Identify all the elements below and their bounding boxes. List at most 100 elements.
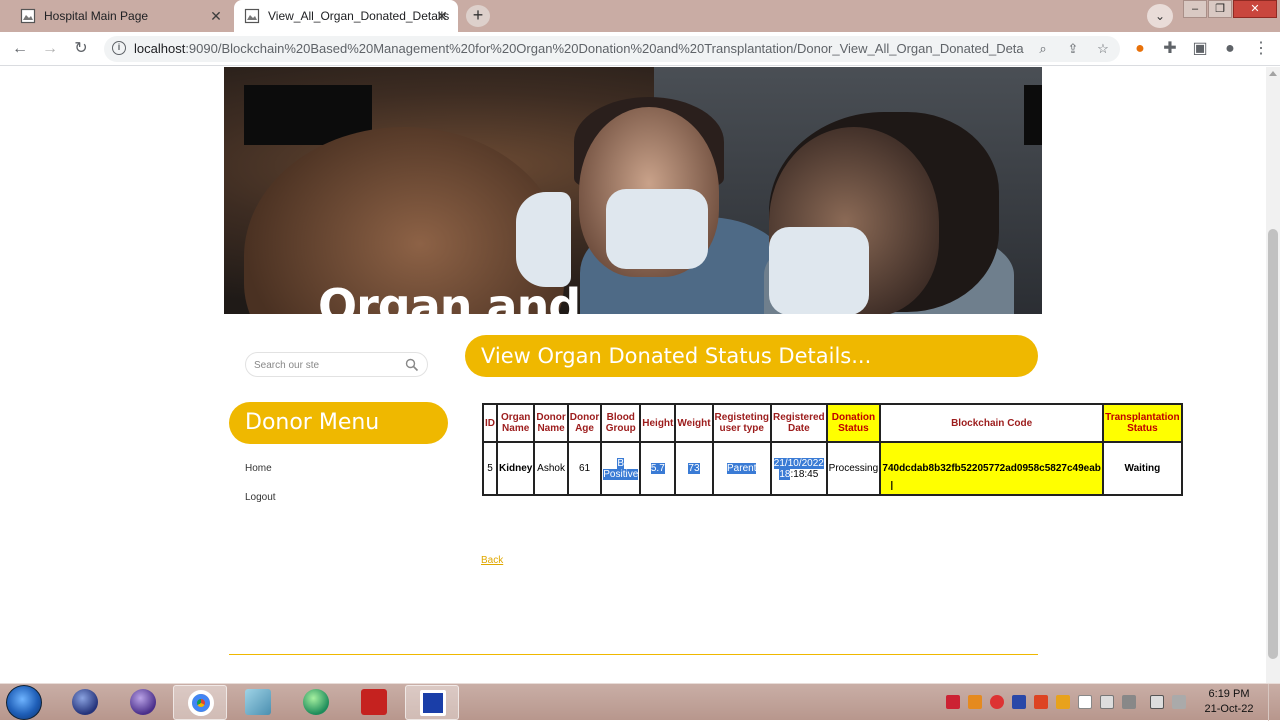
url-path: :9090/Blockchain%20Based%20Management%20… bbox=[185, 41, 1024, 56]
new-tab-button[interactable]: + bbox=[466, 5, 490, 27]
kebab-menu-icon[interactable]: ⋮ bbox=[1251, 39, 1271, 59]
taskbar-eclipse-2-icon[interactable] bbox=[116, 685, 170, 720]
column-header-donor-age: Donor Age bbox=[566, 403, 603, 443]
text-cursor-icon: I bbox=[890, 478, 894, 493]
back-arrow-icon[interactable]: ← bbox=[10, 39, 30, 59]
clock-time: 6:19 PM bbox=[1208, 688, 1250, 700]
tray-speaker-icon[interactable] bbox=[1122, 695, 1136, 709]
back-link[interactable]: Back bbox=[481, 555, 503, 566]
profile-avatar-icon[interactable]: ● bbox=[1220, 39, 1240, 59]
cell-donor-name: Ashok bbox=[533, 441, 569, 496]
tab-title: Hospital Main Page bbox=[44, 9, 149, 23]
blood-group-line-2: Positive bbox=[603, 468, 639, 480]
extensions-puzzle-icon[interactable]: ✚ bbox=[1160, 39, 1180, 59]
tray-flag-icon[interactable] bbox=[1078, 695, 1092, 709]
bookmark-star-icon[interactable]: ☆ bbox=[1094, 40, 1112, 58]
close-window-button[interactable]: ✕ bbox=[1233, 0, 1277, 18]
cell-blood-group: B Positive bbox=[600, 441, 642, 496]
registered-time-rest: :18:45 bbox=[790, 468, 819, 480]
page-title: View Organ Donated Status Details... bbox=[465, 335, 1038, 377]
tray-app-5-icon[interactable] bbox=[1100, 695, 1114, 709]
scroll-up-arrow-icon[interactable] bbox=[1269, 71, 1277, 76]
site-search bbox=[245, 352, 428, 377]
donor-menu-heading: Donor Menu bbox=[229, 402, 448, 444]
url-text[interactable]: localhost:9090/Blockchain%20Based%20Mana… bbox=[134, 41, 1024, 56]
share-icon[interactable]: ⇪ bbox=[1064, 40, 1082, 58]
close-tab-icon[interactable]: ✕ bbox=[208, 8, 224, 24]
page-icon bbox=[244, 8, 260, 24]
taskbar-eclipse-icon[interactable] bbox=[58, 685, 112, 720]
tray-app-icon[interactable] bbox=[946, 695, 960, 709]
cell-blockchain-code: 740dcdab8b32fb52205772ad0958c5827c49eab bbox=[879, 441, 1105, 496]
page-scrollbar[interactable] bbox=[1266, 67, 1280, 683]
tab-search-chevron-icon[interactable]: ⌄ bbox=[1147, 4, 1173, 28]
tray-record-icon[interactable] bbox=[990, 695, 1004, 709]
column-header-id: ID bbox=[482, 403, 498, 443]
windows-taskbar: 6:19 PM 21-Oct-22 bbox=[0, 683, 1280, 721]
organ-donation-table: ID Organ Name Donor Name Donor Age Blood… bbox=[482, 403, 1183, 496]
cell-organ-name: Kidney bbox=[495, 441, 536, 496]
column-header-organ-name: Organ Name bbox=[495, 403, 536, 443]
clock-date: 21-Oct-22 bbox=[1204, 703, 1254, 715]
sidebar-item-home[interactable]: Home bbox=[245, 463, 272, 474]
search-icon[interactable] bbox=[405, 358, 419, 372]
tray-volume-muted-icon[interactable] bbox=[1172, 695, 1186, 709]
column-header-donor-name: Donor Name bbox=[533, 403, 569, 443]
sidebar-item-logout[interactable]: Logout bbox=[245, 492, 276, 503]
side-panel-icon[interactable]: ▣ bbox=[1190, 39, 1210, 59]
url-host: localhost bbox=[134, 41, 186, 56]
weight-value: 73 bbox=[688, 463, 700, 474]
cell-weight: 73 bbox=[674, 441, 714, 496]
tray-app-3-icon[interactable] bbox=[1034, 695, 1048, 709]
browser-tab-strip: Hospital Main Page ✕ View_All_Organ_Dona… bbox=[0, 0, 1280, 32]
minimize-window-button[interactable]: – bbox=[1183, 0, 1207, 18]
tab-view-all-organ-donated-details[interactable]: View_All_Organ_Donated_Details ✕ bbox=[234, 0, 458, 32]
table-header-row: ID Organ Name Donor Name Donor Age Blood… bbox=[482, 403, 1183, 443]
scrollbar-thumb[interactable] bbox=[1268, 229, 1278, 659]
taskbar-clock[interactable]: 6:19 PM 21-Oct-22 bbox=[1196, 687, 1262, 717]
tray-app-2-icon[interactable] bbox=[1012, 695, 1026, 709]
column-header-weight: Weight bbox=[674, 403, 714, 443]
start-button[interactable] bbox=[6, 685, 42, 720]
address-bar[interactable]: i localhost:9090/Blockchain%20Based%20Ma… bbox=[104, 36, 1120, 62]
registered-date-line-1: 21/10/2022 bbox=[773, 457, 824, 469]
blood-group-line-1: B bbox=[617, 457, 625, 469]
registered-time-hour: 18 bbox=[779, 468, 791, 480]
taskbar-network-icon[interactable] bbox=[289, 685, 343, 720]
column-header-blood-group: Blood Group bbox=[600, 403, 642, 443]
site-info-icon[interactable]: i bbox=[112, 41, 126, 55]
table-row: 5 Kidney Ashok 61 B Positive 5.7 73 Paren… bbox=[482, 441, 1183, 496]
banner-title: Organ and bbox=[318, 279, 581, 314]
tray-avast-icon[interactable] bbox=[968, 695, 982, 709]
forward-arrow-icon[interactable]: → bbox=[40, 39, 60, 59]
cell-transplantation-status: Waiting bbox=[1102, 441, 1183, 496]
column-header-blockchain-code: Blockchain Code bbox=[879, 403, 1105, 443]
web-page: Organ and Donor Menu Home Logout View Or… bbox=[0, 67, 1266, 683]
footer-divider bbox=[229, 654, 1038, 655]
extension-avast-icon[interactable]: ● bbox=[1130, 39, 1150, 59]
page-icon bbox=[20, 8, 36, 24]
close-tab-icon[interactable]: ✕ bbox=[434, 8, 450, 24]
tray-app-4-icon[interactable] bbox=[1056, 695, 1070, 709]
height-value: 5.7 bbox=[650, 463, 665, 474]
column-header-transplantation-status: Transplantation Status bbox=[1102, 403, 1183, 443]
cell-donor-age: 61 bbox=[566, 441, 603, 496]
tab-title: View_All_Organ_Donated_Details bbox=[268, 9, 450, 23]
column-header-registered-date: Registered Date bbox=[769, 403, 828, 443]
maximize-window-button[interactable]: ❐ bbox=[1208, 0, 1232, 18]
taskbar-files-icon[interactable] bbox=[231, 685, 285, 720]
tab-hospital-main-page[interactable]: Hospital Main Page ✕ bbox=[8, 0, 232, 32]
show-desktop-button[interactable] bbox=[1268, 684, 1280, 721]
column-header-height: Height bbox=[639, 403, 677, 443]
search-input[interactable] bbox=[254, 357, 399, 373]
reload-icon[interactable]: ↻ bbox=[71, 39, 91, 59]
zoom-icon[interactable]: ⌕ bbox=[1034, 40, 1052, 58]
banner-image: Organ and bbox=[224, 67, 1042, 314]
taskbar-pdf-icon[interactable] bbox=[347, 685, 401, 720]
taskbar-app-icon[interactable] bbox=[405, 685, 459, 720]
cell-donation-status: Processing bbox=[825, 441, 882, 496]
cell-id: 5 bbox=[482, 441, 498, 496]
taskbar-chrome-icon[interactable] bbox=[173, 685, 227, 720]
tray-network-icon[interactable] bbox=[1150, 695, 1164, 709]
cell-user-type: Parent bbox=[711, 441, 772, 496]
